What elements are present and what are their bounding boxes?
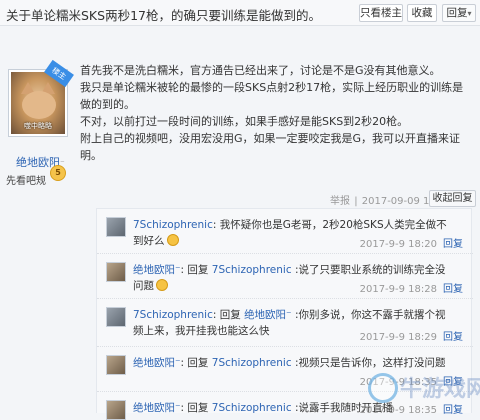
reply-button-label: 回复 [446,7,468,19]
thread-title-bar: 关于单论糯米SKS两秒17枪，的确只要训练是能做到的。 只看楼主 收藏 回复▾ [0,0,480,26]
sub-reply-item: 7Schizophrenic: 回复 绝地欧阳⁻ :你别多说，你这不露手就撂个视… [97,299,473,347]
sub-reply-time: 2017-9-9 18:28 [359,284,437,295]
smile-emoji-icon [166,234,179,246]
sub-reply-target[interactable]: 7Schizophrenic [212,402,292,414]
sub-reply-avatar[interactable] [106,217,126,237]
sub-reply-user[interactable]: 绝地欧阳⁻ [133,357,181,369]
sub-reply-avatar[interactable] [106,262,126,282]
avatar-cat-face [22,91,56,119]
sub-reply-reply-link[interactable]: 回复 [443,405,463,416]
thread-title: 关于单论糯米SKS两秒17枪，的确只要训练是能做到的。 [6,8,321,23]
collapse-replies-button[interactable]: 收起回复 [429,190,476,207]
sub-reply-meta: 2017-9-9 18:28 回复 [360,280,463,295]
meta-separator: | [354,196,358,207]
sub-reply-time: 2017-9-9 18:35 [359,377,437,388]
sub-reply-meta: 2017-9-9 18:20 回复 [360,235,463,250]
sub-reply-meta: 2017-9-9 18:29 回复 [360,328,463,343]
sub-reply-content: :视频只是告诉你，这样打没问题 [291,357,446,369]
sub-reply-prefix: : 回复 [180,357,212,369]
author-panel: 噬中略略 楼主 绝地欧阳⁻ 先看吧规 5 [0,27,74,413]
sub-reply-target[interactable]: 绝地欧阳⁻ [244,309,292,321]
sub-reply-user[interactable]: 绝地欧阳⁻ [133,402,181,414]
post-content: 首先我不是洗白糯米，官方通告已经出来了，讨论是不是G没有其他意义。 我只是单论糯… [80,62,472,164]
avatar-caption: 噬中略略 [24,122,52,130]
sub-reply-user[interactable]: 7Schizophrenic [133,309,213,321]
sub-reply-list: 7Schizophrenic: 我怀疑你也是G老哥，2秒20枪SKS人类完全做不… [96,208,473,420]
only-owner-button[interactable]: 只看楼主 [359,4,403,22]
sub-reply-avatar[interactable] [106,400,126,420]
sub-reply-item: 绝地欧阳⁻: 回复 7Schizophrenic :说露手我随时开直播 2017… [97,392,473,420]
sub-reply-target[interactable]: 7Schizophrenic [212,264,292,276]
sub-reply-avatar[interactable] [106,307,126,327]
sub-reply-avatar[interactable] [106,355,126,375]
sub-reply-user[interactable]: 7Schizophrenic [133,219,213,231]
sub-reply-meta: 2017-9-9 18:35 回复 [360,401,463,416]
sub-reply-prefix: : 回复 [180,402,212,414]
sub-reply-reply-link[interactable]: 回复 [443,239,463,250]
smile-emoji-icon [156,279,168,291]
sub-reply-time: 2017-9-9 18:35 [359,405,437,416]
sub-reply-time: 2017-9-9 18:20 [359,239,437,250]
post-paragraph: 首先我不是洗白糯米，官方通告已经出来了，讨论是不是G没有其他意义。 [80,64,441,77]
sub-reply-prefix: : 回复 [180,264,212,276]
post-paragraph: 我只是单论糯米被轮的最惨的一段SKS点射2秒17枪，实际上经历职业的训练是做的到… [80,81,464,111]
sub-reply-target[interactable]: 7Schizophrenic [212,357,292,369]
sub-reply-prefix: : 回复 [212,309,245,321]
sub-reply-text: 绝地欧阳⁻: 回复 7Schizophrenic :视频只是告诉你，这样打没问题 [133,355,453,371]
reply-button[interactable]: 回复▾ [442,4,476,22]
report-link[interactable]: 举报 [330,196,350,207]
sub-reply-meta: 2017-9-9 18:35 回复 [360,373,463,388]
sub-reply-time: 2017-9-9 18:29 [359,332,437,343]
sub-reply-user[interactable]: 绝地欧阳⁻ [133,264,181,276]
author-rank: 先看吧规 [6,176,46,187]
sub-reply-reply-link[interactable]: 回复 [443,332,463,343]
sub-reply-item: 绝地欧阳⁻: 回复 7Schizophrenic :说了只要职业系统的训练完全没… [97,254,473,299]
post-paragraph: 附上自己的视频吧，没用宏没用G，如果一定要咬定我是G，我可以开直播来证明。 [80,132,461,162]
favorite-button[interactable]: 收藏 [407,4,437,22]
post-paragraph: 不对，以前打过一段时间的训练，如果手感好是能SKS到2秒20枪。 [80,115,409,128]
chevron-down-icon: ▾ [467,9,472,18]
level-badge-icon: 5 [50,165,66,181]
sub-reply-reply-link[interactable]: 回复 [443,377,463,388]
sub-reply-reply-link[interactable]: 回复 [443,284,463,295]
sub-reply-item: 7Schizophrenic: 我怀疑你也是G老哥，2秒20枪SKS人类完全做不… [97,209,473,254]
sub-reply-item: 绝地欧阳⁻: 回复 7Schizophrenic :视频只是告诉你，这样打没问题… [97,347,473,392]
